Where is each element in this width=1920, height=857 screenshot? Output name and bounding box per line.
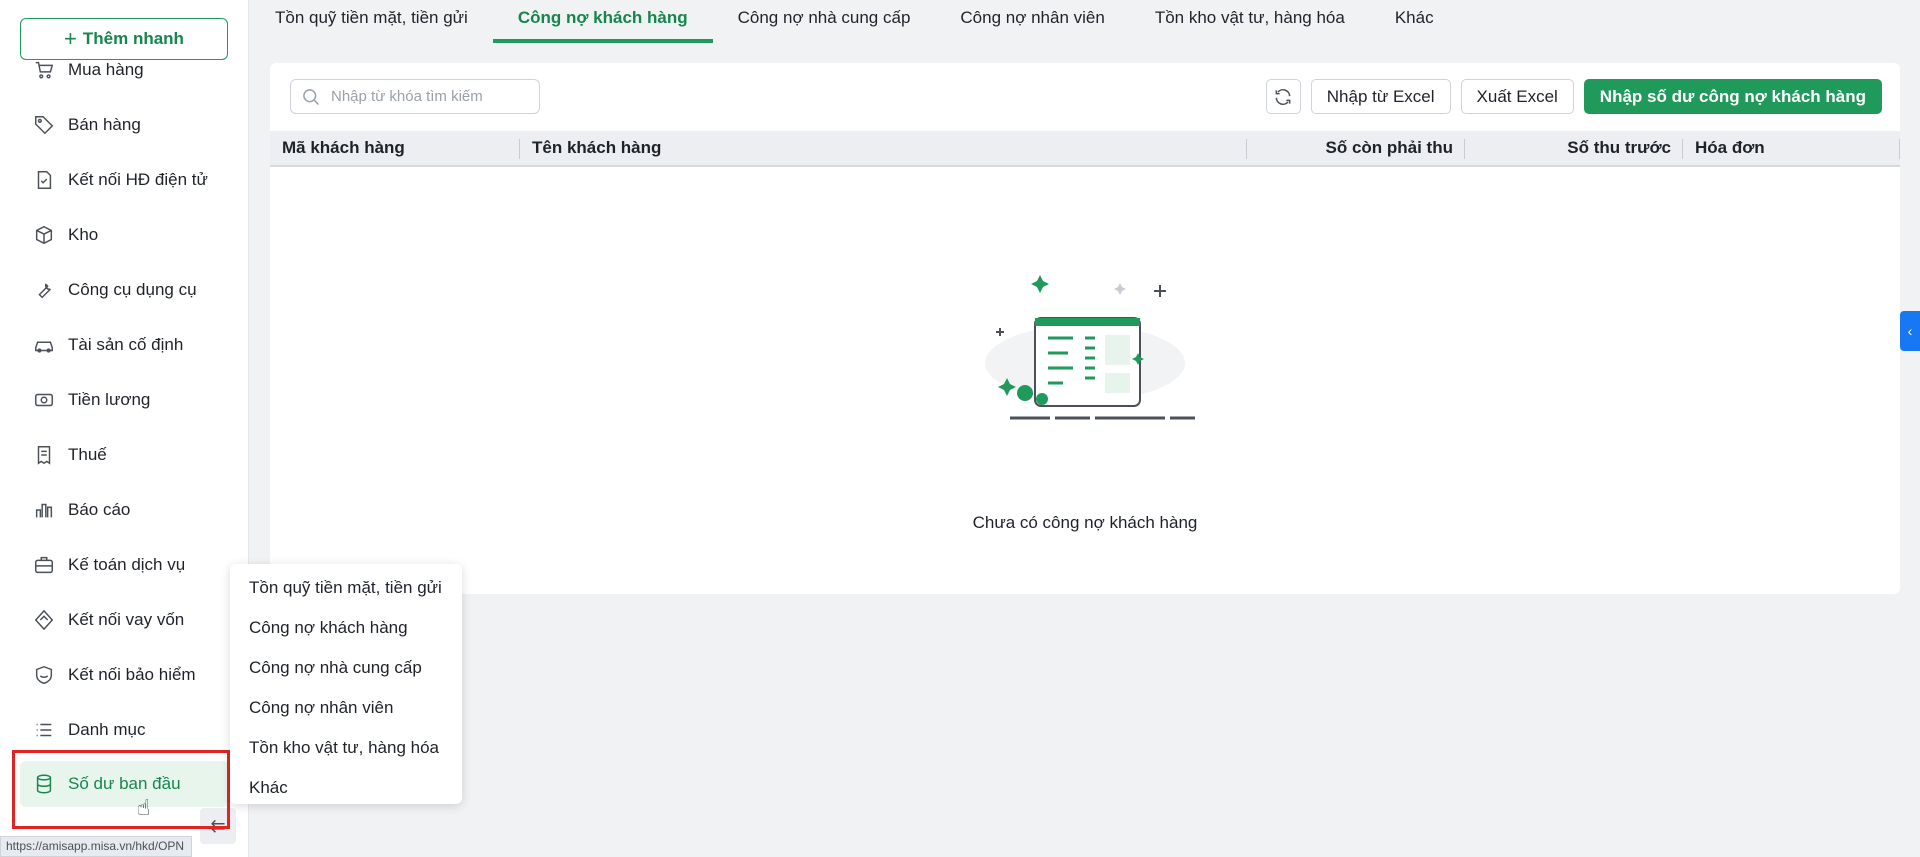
import-customer-balance-button[interactable]: Nhập số dư công nợ khách hàng (1583, 79, 1882, 114)
tab-cong-no-nhan-vien[interactable]: Công nợ nhân viên (935, 0, 1129, 44)
hand-cursor-icon: ☝ (137, 795, 151, 820)
sidebar-item-label: Kết nối bảo hiểm (68, 664, 196, 684)
empty-illustration-icon (985, 275, 1204, 420)
chevron-left-icon: ‹ (1907, 323, 1913, 339)
empty-message: Chưa có công nợ khách hàng (972, 513, 1198, 532)
sidebar-item-label: Danh mục (68, 719, 146, 739)
loan-icon (32, 608, 56, 632)
empty-state (270, 263, 1900, 448)
sidebar-item-ban-hang[interactable]: Bán hàng (0, 97, 248, 152)
sidebar-item-label: Số dư ban đầu (68, 774, 181, 793)
table-header: Mã khách hàng Tên khách hàng Số còn phải… (270, 131, 1900, 167)
column-header-so-con-phai-thu[interactable]: Số còn phải thu (1247, 131, 1465, 165)
database-icon (32, 772, 56, 796)
column-header-ten-khach-hang[interactable]: Tên khách hàng (520, 131, 1247, 165)
dropdown-menu: Tồn quỹ tiền mặt, tiền gửi Công nợ khách… (230, 564, 462, 804)
refresh-button[interactable] (1265, 79, 1301, 114)
sidebar-nav: Mua hàng Bán hàng Kết nối HĐ điện tử Kho… (0, 42, 248, 807)
briefcase-icon (32, 553, 56, 577)
bar-chart-icon (32, 498, 56, 522)
quick-add-button[interactable]: + Thêm nhanh (20, 18, 228, 60)
cart-icon (32, 58, 56, 82)
menu-item-ton-kho[interactable]: Tồn kho vật tư, hàng hóa (230, 728, 462, 768)
menu-item-khac[interactable]: Khác (230, 768, 462, 808)
sidebar-item-label: Kết nối vay vốn (68, 609, 185, 629)
sidebar-item-label: Tiền lương (68, 389, 151, 409)
sidebar-item-label: Tài sản cố định (68, 334, 184, 354)
tag-icon (32, 113, 56, 137)
sidebar-item-label: Kết nối HĐ điện tử (68, 169, 208, 189)
plus-icon: + (64, 26, 77, 51)
money-icon (32, 388, 56, 412)
menu-item-cong-no-nha-cung-cap[interactable]: Công nợ nhà cung cấp (230, 648, 462, 688)
sidebar-item-label: Mua hàng (68, 59, 144, 79)
sidebar-item-ket-noi-hd[interactable]: Kết nối HĐ điện tử (0, 152, 248, 207)
receipt-icon (32, 443, 56, 467)
menu-item-ton-quy[interactable]: Tồn quỹ tiền mặt, tiền gửi (230, 568, 462, 608)
sidebar-item-ke-toan-dich-vu[interactable]: Kế toán dịch vụ (0, 537, 248, 592)
sidebar-item-label: Công cụ dụng cụ (68, 279, 197, 299)
sidebar-item-bao-cao[interactable]: Báo cáo (0, 482, 248, 537)
sidebar-item-kho[interactable]: Kho (0, 207, 248, 262)
sidebar-item-label: Báo cáo (68, 499, 131, 519)
menu-item-cong-no-nhan-vien[interactable]: Công nợ nhân viên (230, 688, 462, 728)
export-excel-button[interactable]: Xuất Excel (1460, 79, 1574, 114)
top-tabs: Tồn quỹ tiền mặt, tiền gửi Công nợ khách… (250, 0, 1920, 44)
tab-ton-kho[interactable]: Tồn kho vật tư, hàng hóa (1130, 0, 1370, 44)
column-header-so-thu-truoc[interactable]: Số thu trước (1465, 131, 1683, 165)
sidebar-item-ket-noi-bao-hiem[interactable]: Kết nối bảo hiểm (0, 647, 248, 702)
status-url: https://amisapp.misa.vn/hkd/OPN (0, 836, 192, 857)
sidebar-item-thue[interactable]: Thuế (0, 427, 248, 482)
tab-cong-no-nha-cung-cap[interactable]: Công nợ nhà cung cấp (713, 0, 936, 44)
menu-item-cong-no-khach-hang[interactable]: Công nợ khách hàng (230, 608, 462, 648)
search-icon (303, 88, 320, 105)
sidebar-item-tien-luong[interactable]: Tiền lương (0, 372, 248, 427)
toolbar: Nhập từ Excel Xuất Excel Nhập số dư công… (1265, 79, 1882, 114)
sidebar: Mua hàng Bán hàng Kết nối HĐ điện tử Kho… (0, 0, 249, 857)
sidebar-item-tai-san[interactable]: Tài sản cố định (0, 317, 248, 372)
column-header-ma-khach-hang[interactable]: Mã khách hàng (270, 131, 520, 165)
sidebar-item-label: Kho (68, 224, 99, 244)
list-icon (32, 718, 56, 742)
car-icon (32, 333, 56, 357)
shield-icon (32, 663, 56, 687)
sidebar-item-cong-cu[interactable]: Công cụ dụng cụ (0, 262, 248, 317)
document-check-icon (32, 168, 56, 192)
search-input[interactable] (331, 88, 531, 105)
tab-cong-no-khach-hang[interactable]: Công nợ khách hàng (492, 0, 713, 44)
main-panel: Nhập từ Excel Xuất Excel Nhập số dư công… (270, 63, 1900, 594)
sidebar-item-label: Kế toán dịch vụ (68, 554, 186, 574)
search-box (290, 79, 540, 114)
box-icon (32, 223, 56, 247)
sidebar-item-so-du-ban-dau[interactable]: Số dư ban đầu (20, 761, 229, 807)
sidebar-item-ket-noi-vay-von[interactable]: Kết nối vay vốn (0, 592, 248, 647)
tab-ton-quy[interactable]: Tồn quỹ tiền mặt, tiền gửi (250, 0, 493, 44)
quick-add-label: Thêm nhanh (82, 29, 184, 48)
import-excel-button[interactable]: Nhập từ Excel (1310, 79, 1451, 114)
column-header-hoa-don[interactable]: Hóa đơn (1683, 131, 1900, 165)
collapse-sidebar-button[interactable]: ⇇ (200, 808, 236, 844)
collapse-icon: ⇇ (210, 815, 226, 836)
refresh-icon (1275, 88, 1291, 105)
sidebar-item-label: Bán hàng (68, 114, 141, 134)
sidebar-item-label: Thuế (68, 444, 107, 464)
side-panel-toggle[interactable]: ‹ (1900, 311, 1920, 351)
wrench-icon (32, 278, 56, 302)
tab-khac[interactable]: Khác (1370, 0, 1459, 44)
sidebar-item-danh-muc[interactable]: Danh mục (0, 702, 248, 757)
